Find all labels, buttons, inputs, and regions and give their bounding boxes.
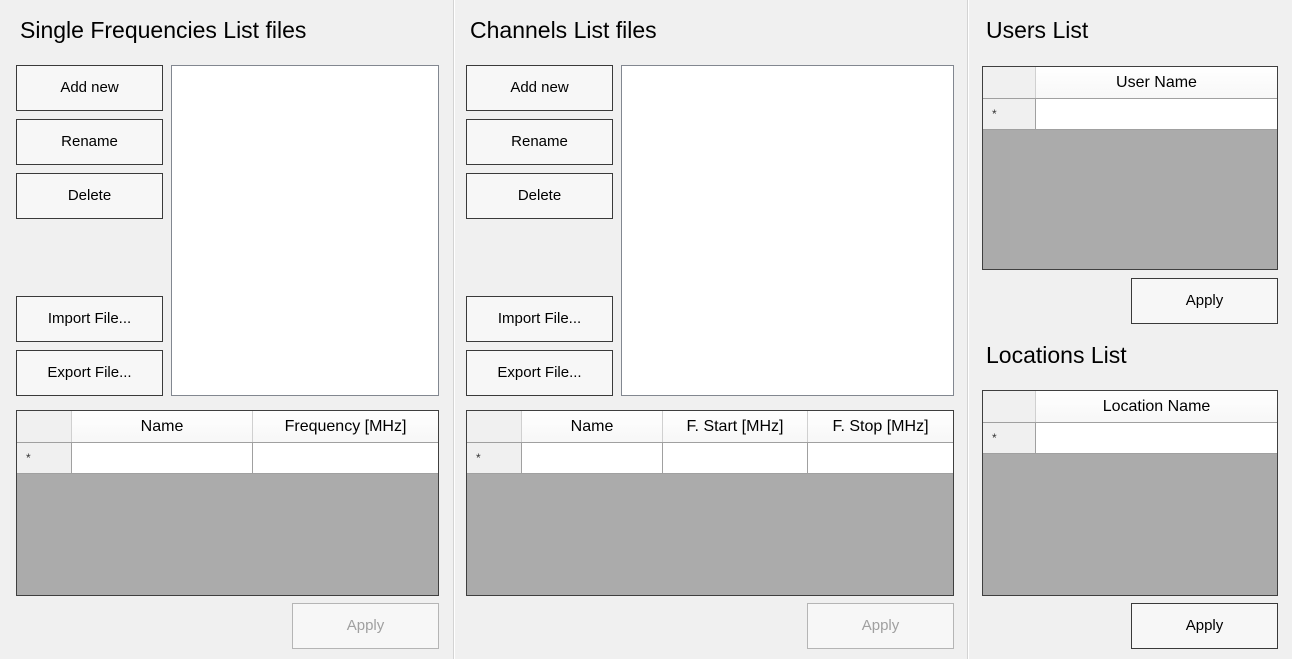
sf-grid-column-name[interactable]: Name (72, 411, 253, 442)
sf-apply-button[interactable]: Apply (292, 603, 439, 649)
sf-grid-header: Name Frequency [MHz] (17, 411, 438, 443)
ch-delete-button[interactable]: Delete (466, 173, 613, 219)
users-grid-cell-user-name[interactable] (1036, 99, 1277, 129)
users-title: Users List (986, 17, 1089, 43)
ch-grid-cell-fstart[interactable] (663, 443, 808, 473)
ch-rename-button[interactable]: Rename (466, 119, 613, 165)
locations-grid-new-row[interactable]: * (983, 423, 1277, 454)
users-grid-new-row[interactable]: * (983, 99, 1277, 130)
sf-import-file-button[interactable]: Import File... (16, 296, 163, 342)
ch-grid-cell-name[interactable] (522, 443, 663, 473)
locations-grid-row-header[interactable]: * (983, 423, 1036, 453)
locations-grid-header: Location Name (983, 391, 1277, 423)
channels-title: Channels List files (470, 17, 657, 43)
sf-grid-row-header[interactable]: * (17, 443, 72, 473)
users-apply-button[interactable]: Apply (1131, 278, 1278, 324)
ch-grid-header: Name F. Start [MHz] F. Stop [MHz] (467, 411, 953, 443)
users-grid-column-user-name[interactable]: User Name (1036, 67, 1277, 98)
ch-grid-column-fstop[interactable]: F. Stop [MHz] (808, 411, 953, 442)
ch-files-listbox[interactable] (621, 65, 954, 396)
ch-add-new-button[interactable]: Add new (466, 65, 613, 111)
ch-export-file-button[interactable]: Export File... (466, 350, 613, 396)
ch-grid-new-row[interactable]: * (467, 443, 953, 474)
ch-grid-cell-fstop[interactable] (808, 443, 953, 473)
panel-separator-right (967, 0, 969, 659)
locations-grid-column-location-name[interactable]: Location Name (1036, 391, 1277, 422)
sf-delete-button[interactable]: Delete (16, 173, 163, 219)
users-grid-row-header[interactable]: * (983, 99, 1036, 129)
sf-frequencies-grid[interactable]: Name Frequency [MHz] * (16, 410, 439, 596)
sf-grid-cell-name[interactable] (72, 443, 253, 473)
sf-rename-button[interactable]: Rename (16, 119, 163, 165)
sf-grid-column-frequency[interactable]: Frequency [MHz] (253, 411, 438, 442)
ch-apply-button[interactable]: Apply (807, 603, 954, 649)
sf-files-listbox[interactable] (171, 65, 439, 396)
sf-grid-corner (17, 411, 72, 442)
locations-grid-cell-location-name[interactable] (1036, 423, 1277, 453)
locations-apply-button[interactable]: Apply (1131, 603, 1278, 649)
users-grid[interactable]: User Name * (982, 66, 1278, 270)
sf-grid-new-row[interactable]: * (17, 443, 438, 474)
ch-channels-grid[interactable]: Name F. Start [MHz] F. Stop [MHz] * (466, 410, 954, 596)
sf-grid-cell-frequency[interactable] (253, 443, 438, 473)
sf-export-file-button[interactable]: Export File... (16, 350, 163, 396)
users-grid-corner (983, 67, 1036, 98)
ch-grid-row-header[interactable]: * (467, 443, 522, 473)
ch-import-file-button[interactable]: Import File... (466, 296, 613, 342)
locations-title: Locations List (986, 342, 1127, 368)
locations-grid-corner (983, 391, 1036, 422)
panel-separator-left (453, 0, 455, 659)
users-grid-header: User Name (983, 67, 1277, 99)
single-frequencies-title: Single Frequencies List files (20, 17, 307, 43)
locations-grid[interactable]: Location Name * (982, 390, 1278, 596)
ch-grid-column-fstart[interactable]: F. Start [MHz] (663, 411, 808, 442)
ch-grid-column-name[interactable]: Name (522, 411, 663, 442)
sf-add-new-button[interactable]: Add new (16, 65, 163, 111)
ch-grid-corner (467, 411, 522, 442)
